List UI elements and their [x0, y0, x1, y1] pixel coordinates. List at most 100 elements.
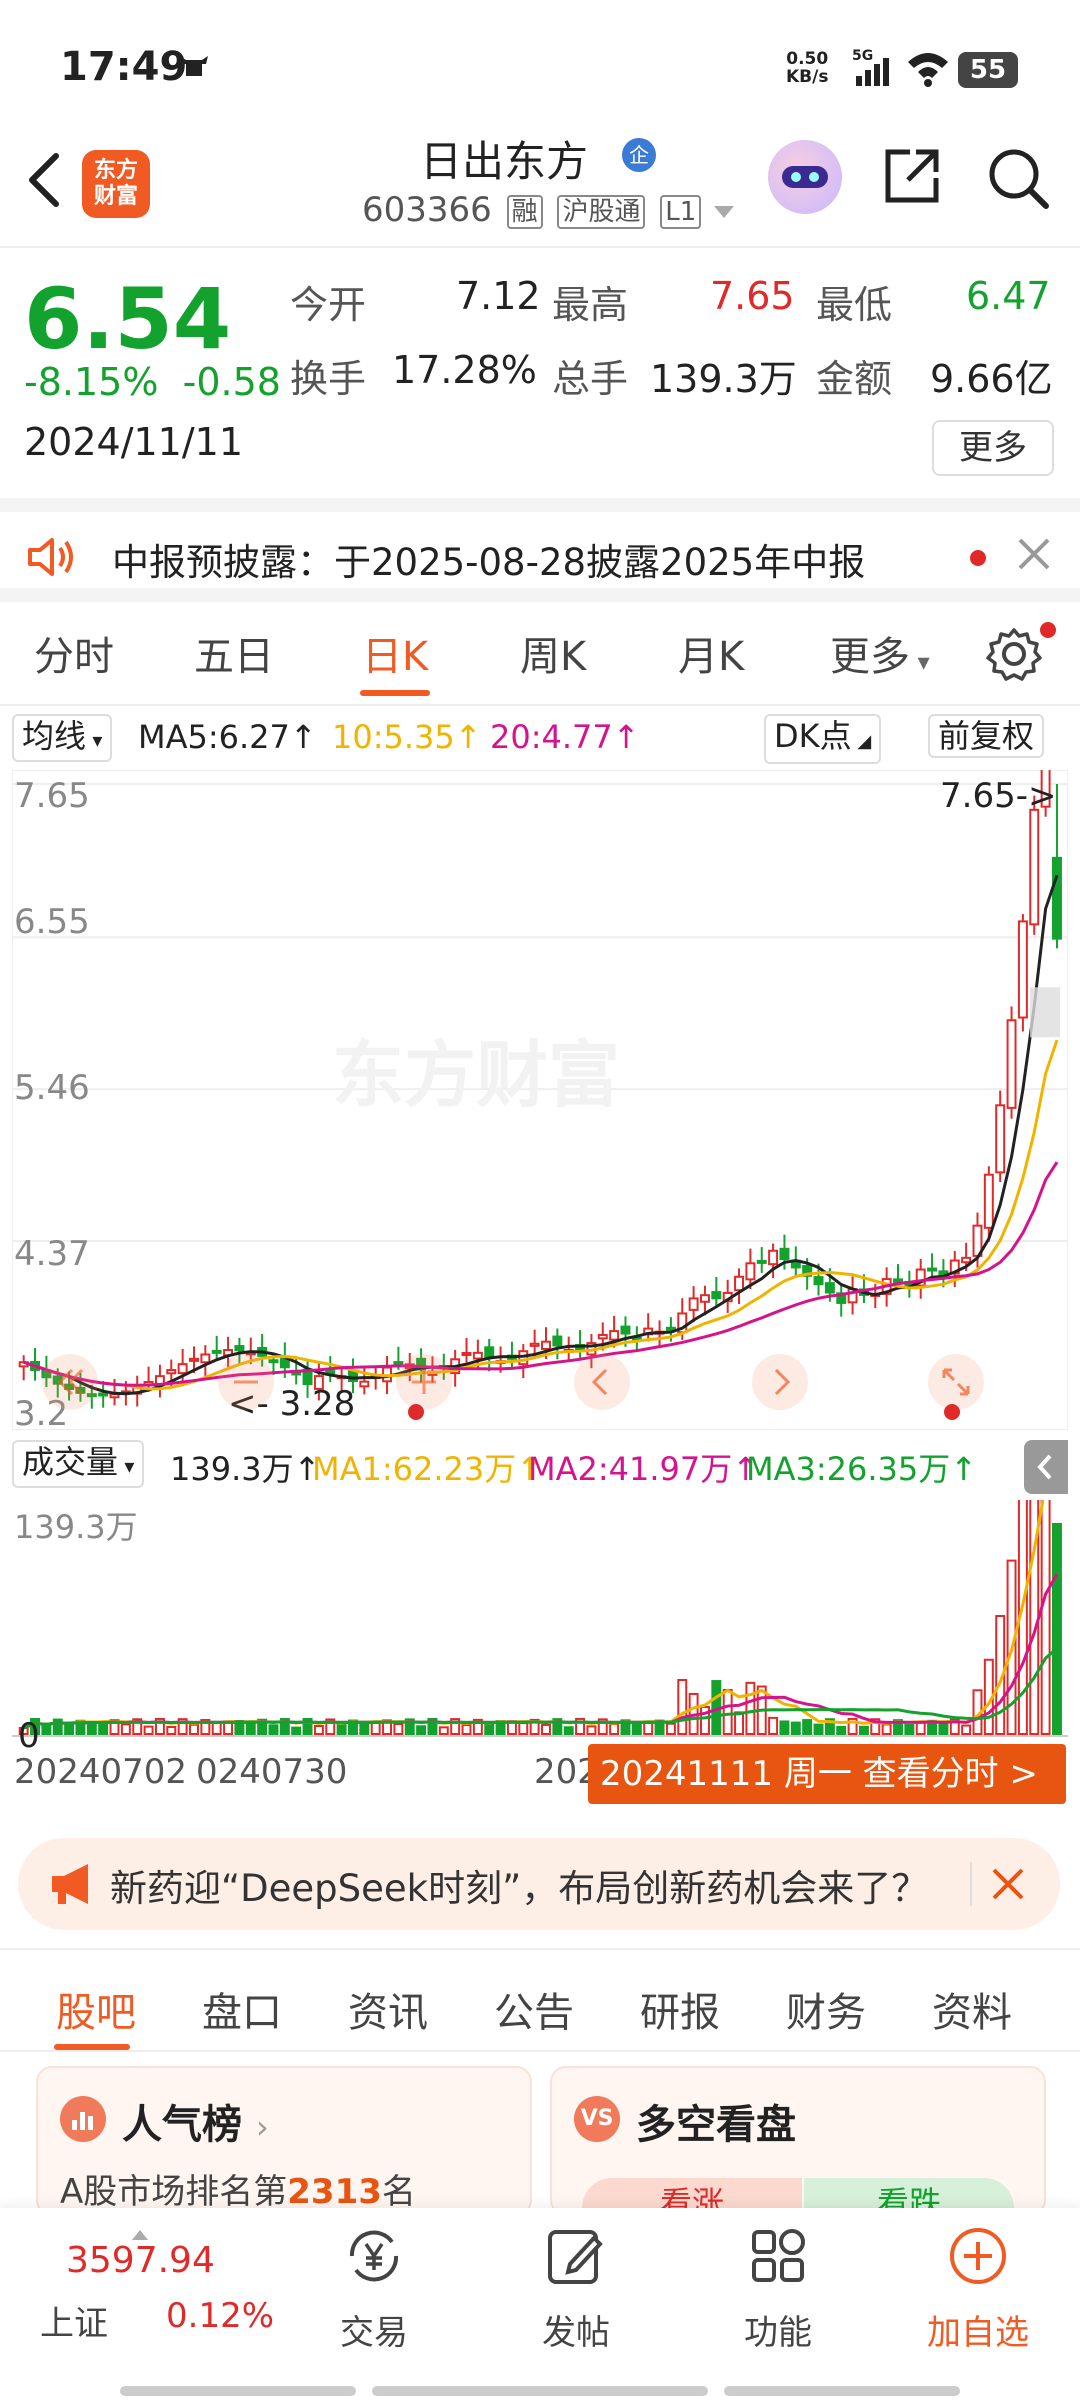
stock-code-row[interactable]: 603366 融 沪股通 L1 — [362, 190, 736, 230]
event-dot[interactable] — [944, 1404, 960, 1420]
tab-five-day[interactable]: 五日 — [194, 624, 274, 682]
tab-announcements[interactable]: 公告 — [494, 1980, 574, 2038]
long-short-card[interactable]: VS 多空看盘 看涨 看跌 — [550, 2066, 1046, 2216]
volume-bar — [938, 1722, 949, 1736]
view-intraday-button[interactable]: 20241111 周一 查看分时 > — [588, 1744, 1066, 1804]
gear-icon[interactable] — [986, 626, 1042, 682]
volume-bar — [41, 1724, 52, 1735]
zoom-out-button[interactable] — [218, 1354, 274, 1410]
candle-body — [813, 1276, 824, 1286]
ma20-value: 20:4.77↑ — [490, 718, 640, 756]
current-price: 6.54 — [24, 270, 232, 368]
volume-bar — [745, 1681, 756, 1735]
candle-body — [461, 1351, 472, 1356]
dk-point-toggle[interactable]: DK点 ◢ — [764, 714, 882, 764]
tab-daily-k[interactable]: 日K — [362, 624, 428, 682]
nav-add-watchlist[interactable]: 加自选 — [918, 2224, 1038, 2354]
nav-post[interactable]: 发帖 — [516, 2224, 636, 2354]
volume-bar — [189, 1723, 199, 1736]
volume-svg — [12, 1332, 1068, 1737]
candle-body — [1051, 856, 1062, 940]
volume-select[interactable]: 成交量 ▾ — [12, 1440, 145, 1488]
tab-more[interactable]: 更多 ▾ — [830, 624, 930, 682]
notice-bar[interactable]: 中报预披露：于2025-08-28披露2025年中报 — [0, 498, 1080, 602]
candle-body — [211, 1349, 222, 1354]
volume-chart[interactable]: 139.3万 0 — [12, 1332, 1068, 1756]
promo-banner[interactable]: 新药迎“DeepSeek时刻”，布局创新药机会来了？ — [18, 1838, 1060, 1930]
nav-functions[interactable]: 功能 — [718, 2224, 838, 2354]
adjust-select[interactable]: 前复权 — [928, 714, 1045, 758]
content-tabs: 股吧 盘口 资讯 公告 研报 财务 资料 — [0, 1948, 1080, 2052]
high-label: 最高 — [552, 283, 629, 327]
tab-monthly-k[interactable]: 月K — [678, 624, 744, 682]
volume-bar — [120, 1723, 131, 1735]
grid-icon — [752, 2229, 805, 2282]
volume-bar — [813, 1723, 824, 1735]
status-bar: 17:49 0.50 KB/s 5G 55 — [0, 0, 1080, 120]
candle-body — [734, 1275, 745, 1292]
promo-text: 新药迎“DeepSeek时刻”，布局创新药机会来了？ — [110, 1867, 929, 1910]
back-icon[interactable] — [22, 150, 68, 210]
volume-bar — [563, 1726, 574, 1735]
candle-body — [98, 1392, 109, 1397]
nav-trade[interactable]: 交易 — [314, 2224, 434, 2354]
volume-bar — [802, 1719, 813, 1736]
volume-ma-line — [23, 1465, 1059, 1730]
candlestick-chart[interactable]: 东方财富 7.65 6.55 5.46 4.37 3.2 7.65-> <- 3… — [11, 672, 1069, 1434]
y-tick-1: 7.65 — [14, 776, 90, 816]
candle-body — [200, 1353, 211, 1364]
vol-ma2: MA2:41.97万↑ — [528, 1450, 760, 1488]
fullscreen-button[interactable] — [928, 1354, 984, 1410]
volume-bar — [461, 1724, 472, 1736]
volume-bar — [291, 1726, 302, 1736]
volume-bar — [1051, 1523, 1062, 1735]
search-icon[interactable] — [984, 144, 1052, 212]
candle-body — [359, 1380, 370, 1388]
tab-finance[interactable]: 财务 — [786, 1980, 866, 2038]
crosshair-marker — [1030, 987, 1060, 1038]
popularity-rank-text: A股市场排名第2313名 — [60, 2172, 416, 2212]
tab-forum[interactable]: 股吧 — [56, 1980, 136, 2038]
candle-body — [768, 1249, 779, 1266]
volume-bar — [166, 1725, 177, 1736]
side-collapse-tab[interactable] — [1024, 1440, 1068, 1494]
tab-order-book[interactable]: 盘口 — [202, 1980, 282, 2038]
pan-right-button[interactable] — [752, 1354, 808, 1410]
event-dot[interactable] — [408, 1404, 424, 1420]
tab-intraday[interactable]: 分时 — [34, 624, 114, 682]
candle-body — [824, 1282, 835, 1294]
y-tick-2: 6.55 — [14, 902, 90, 942]
pan-left-button[interactable] — [574, 1354, 630, 1410]
ma-select[interactable]: 均线 ▾ — [12, 714, 113, 762]
zoom-in-button[interactable] — [396, 1354, 452, 1410]
tab-research[interactable]: 研报 — [640, 1980, 720, 2038]
volume-bar — [609, 1723, 620, 1736]
more-quote-button[interactable]: 更多 — [932, 420, 1054, 476]
pan-left-fast-button[interactable] — [42, 1354, 98, 1410]
popularity-card[interactable]: 人气榜 › A股市场排名第2313名 — [36, 2066, 532, 2216]
volume-ma-line — [23, 1647, 1058, 1730]
settings-badge-dot — [1040, 622, 1056, 638]
volume-indicator-bar: 成交量 ▾ 139.3万↑ MA1:62.23万↑ MA2:41.97万↑ MA… — [0, 1434, 1080, 1494]
tab-weekly-k[interactable]: 周K — [520, 624, 586, 682]
tag-margin: 融 — [506, 194, 543, 229]
stock-header: 东方 财富 日出东方 企 603366 融 沪股通 L1 — [0, 120, 1080, 248]
tab-news[interactable]: 资讯 — [348, 1980, 428, 2038]
y-tick-4: 4.37 — [14, 1234, 90, 1274]
close-icon[interactable] — [990, 1866, 1026, 1902]
app-logo[interactable]: 东方 财富 — [82, 150, 150, 218]
volume-label: 总手 — [552, 357, 629, 401]
candle-body — [472, 1351, 483, 1360]
candle-body — [688, 1297, 699, 1311]
close-icon[interactable] — [1016, 536, 1052, 572]
low-value: 6.47 — [966, 274, 1051, 318]
volume-bar — [768, 1716, 779, 1736]
share-icon[interactable] — [880, 144, 944, 208]
tab-profile[interactable]: 资料 — [932, 1980, 1012, 2038]
watermark: 东方财富 — [332, 1033, 620, 1117]
volume-max-label: 139.3万 — [14, 1508, 138, 1546]
price-change: -8.15% -0.58 — [24, 360, 281, 404]
candle-body — [1029, 808, 1040, 926]
assistant-icon[interactable] — [768, 140, 842, 214]
index-value: 3597.94 — [66, 2240, 215, 2281]
